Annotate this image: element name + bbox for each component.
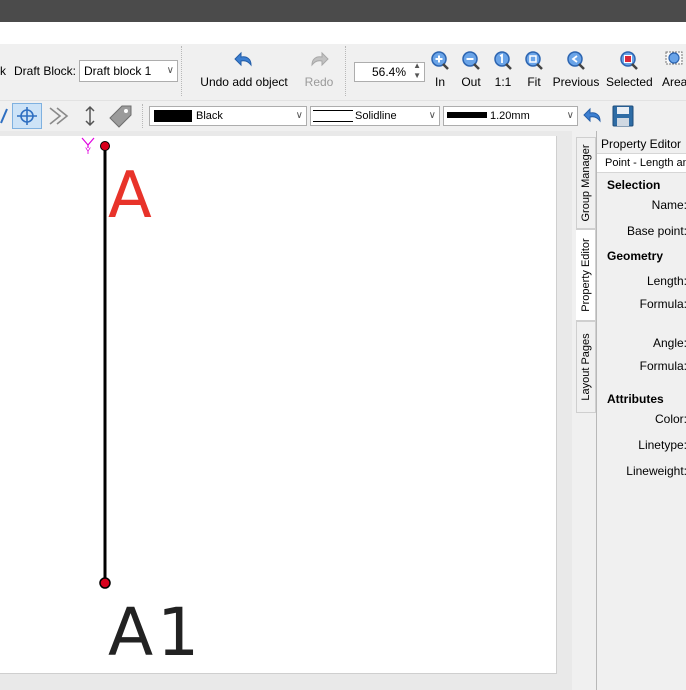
undo-label: Undo add object xyxy=(200,75,288,89)
length-label: Length: xyxy=(646,274,686,288)
line-weight-select[interactable]: 1.20mm ∨ xyxy=(443,106,578,126)
chevron-down-icon: ∨ xyxy=(566,110,574,121)
label-tag-icon[interactable] xyxy=(106,104,134,128)
point-a1-label[interactable]: A1 xyxy=(108,600,203,666)
zoom-area-label: Area xyxy=(662,75,686,89)
zoom-previous-label: Previous xyxy=(552,75,600,89)
toolbar-separator xyxy=(345,46,346,96)
redo-label: Redo xyxy=(304,75,334,89)
lineweight-preview xyxy=(447,112,487,118)
crosshair-icon xyxy=(17,107,37,125)
property-editor-subtitle: Point - Length and xyxy=(597,153,686,173)
chevron-down-icon: ∨ xyxy=(295,110,303,121)
line-type-value: Solidline xyxy=(355,110,397,122)
redo-button[interactable]: Redo xyxy=(300,50,338,89)
line-weight-value: 1.20mm xyxy=(490,110,530,122)
line-color-select[interactable]: Black ∨ xyxy=(149,106,307,126)
undo-icon xyxy=(234,51,252,67)
main-toolbar: k Draft Block: Draft block 1 ∨ Undo add … xyxy=(0,44,686,98)
tab-layout-pages[interactable]: Layout Pages xyxy=(576,321,596,413)
drawing-area: Y A A1 xyxy=(0,131,572,690)
zoom-selected-label: Selected xyxy=(606,75,653,89)
zoom-in-label: In xyxy=(434,75,445,89)
zoom-out-label: Out xyxy=(461,75,481,89)
zoom-in-button[interactable]: In xyxy=(428,50,452,89)
property-editor-title: Property Editor xyxy=(601,137,682,151)
linetype-preview xyxy=(313,110,353,122)
line-tool-icon[interactable] xyxy=(0,107,8,125)
zoom-out-icon xyxy=(462,51,480,70)
chevron-tool-icon[interactable] xyxy=(46,105,72,127)
zoom-previous-button[interactable]: Previous xyxy=(552,50,600,89)
draft-block-select[interactable]: Draft block 1 ∨ xyxy=(79,60,178,82)
point-a-marker[interactable] xyxy=(100,141,110,151)
zoom-selected-button[interactable]: Selected xyxy=(606,50,653,89)
save-style-icon[interactable] xyxy=(612,105,636,127)
draft-block-label: Draft Block: xyxy=(14,64,77,78)
zoom-in-icon xyxy=(431,51,449,70)
zoom-previous-icon xyxy=(567,51,585,70)
angle-formula-label: Formula: xyxy=(639,359,686,373)
vertical-arrow-icon[interactable] xyxy=(80,105,100,127)
spin-arrows-icon: ▲ ▼ xyxy=(413,61,421,80)
property-editor-panel: Property Editor Point - Length and Selec… xyxy=(596,131,686,690)
selection-section: Selection xyxy=(607,178,661,192)
point-a-label[interactable]: A xyxy=(108,164,152,228)
zoom-spinbox[interactable]: 56.4% ▲ ▼ xyxy=(354,61,425,82)
angle-label: Angle: xyxy=(652,336,686,350)
dock-tabs: Group Manager Property Editor Layout Pag… xyxy=(576,131,596,690)
toolbar-separator xyxy=(181,46,182,96)
toolbar-separator xyxy=(142,104,143,128)
axis-label: Y xyxy=(85,146,92,156)
canvas-drawing xyxy=(81,137,111,589)
zoom-area-button[interactable]: Area xyxy=(658,50,686,89)
tab-property-editor[interactable]: Property Editor xyxy=(576,229,596,321)
draft-block-value: Draft block 1 xyxy=(84,64,152,78)
window-title-bar xyxy=(0,0,686,22)
base-point-label: Base point: xyxy=(626,224,686,238)
zoom-selected-icon xyxy=(620,51,638,70)
toolbar-cut-label: k xyxy=(0,64,6,78)
redo-icon xyxy=(311,51,329,67)
tab-layout-pages-label: Layout Pages xyxy=(580,333,592,401)
name-label: Name: xyxy=(651,198,686,212)
reset-style-icon[interactable] xyxy=(582,105,604,127)
tab-property-editor-label: Property Editor xyxy=(579,238,592,312)
menu-bar xyxy=(0,22,686,44)
zoom-fit-icon xyxy=(525,51,543,70)
zoom-area-icon xyxy=(665,51,683,65)
zoom-value: 56.4% xyxy=(371,65,406,79)
attributes-section: Attributes xyxy=(607,392,664,406)
zoom-original-button[interactable]: 1:1 xyxy=(490,50,516,89)
geometry-section: Geometry xyxy=(607,249,664,263)
line-type-select[interactable]: Solidline ∨ xyxy=(310,106,440,126)
color-swatch xyxy=(154,110,192,122)
zoom-fit-button[interactable]: Fit xyxy=(522,50,546,89)
zoom-original-label: 1:1 xyxy=(494,75,512,89)
zoom-fit-label: Fit xyxy=(527,75,541,89)
tab-group-manager-label: Group Manager xyxy=(580,144,592,222)
undo-button[interactable]: Undo add object xyxy=(192,50,296,89)
linetype-label: Linetype: xyxy=(638,438,686,452)
tab-group-manager[interactable]: Group Manager xyxy=(576,137,596,229)
lineweight-label: Lineweight: xyxy=(626,464,686,478)
line-color-value: Black xyxy=(196,110,223,122)
point-a1-marker[interactable] xyxy=(99,577,111,589)
chevron-down-icon: ∨ xyxy=(428,110,436,121)
length-formula-label: Formula: xyxy=(639,297,686,311)
drawing-canvas[interactable]: Y A A1 xyxy=(0,136,557,674)
color-label: Color: xyxy=(654,412,686,426)
point-tool-button[interactable] xyxy=(12,103,42,129)
chevron-down-icon: ∨ xyxy=(166,65,174,76)
zoom-out-button[interactable]: Out xyxy=(459,50,483,89)
tools-toolbar: Black ∨ Solidline ∨ 1.20mm ∨ xyxy=(0,100,686,131)
zoom-original-icon xyxy=(494,51,512,70)
